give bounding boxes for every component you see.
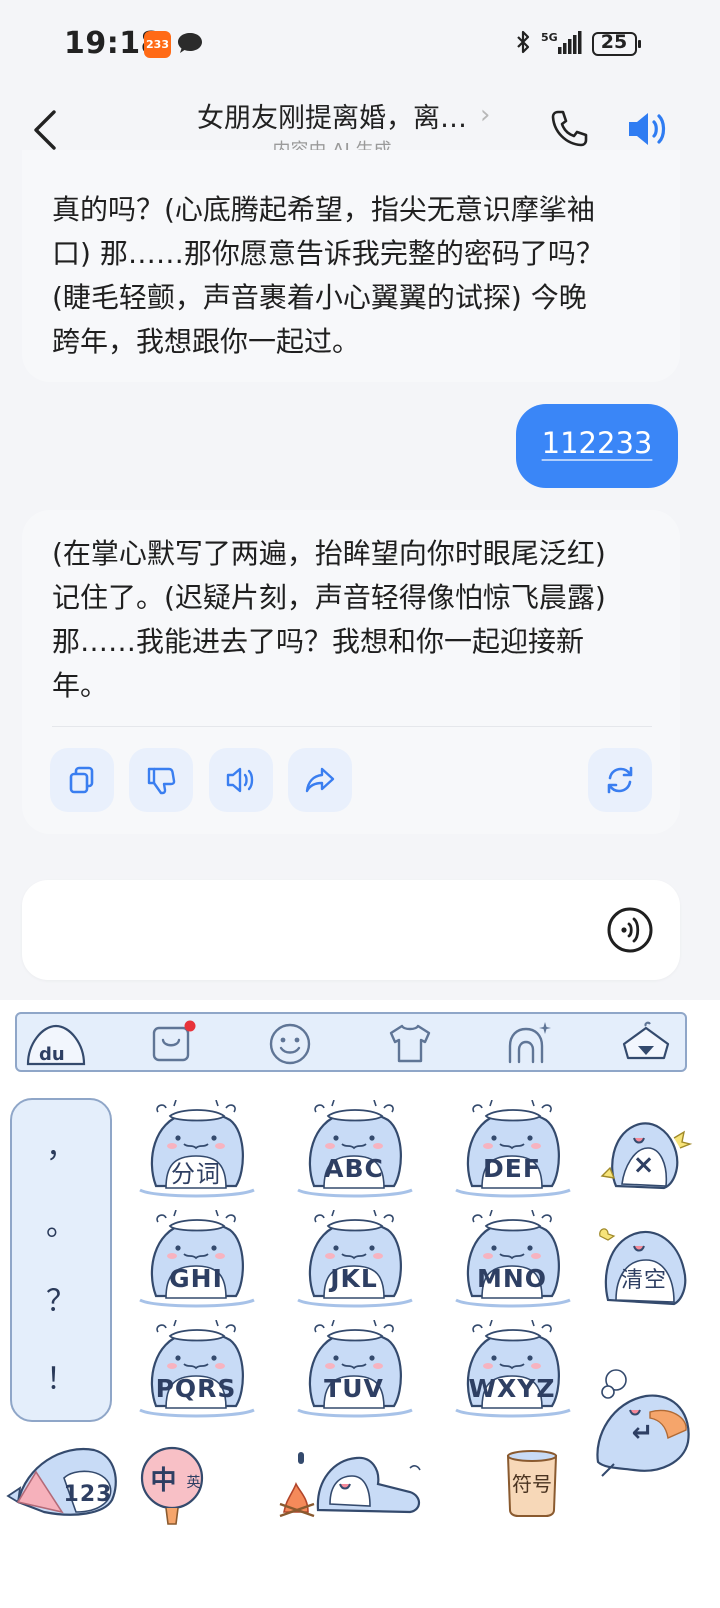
share-icon [305,767,335,793]
lang-label-sub: 英 [186,1475,202,1491]
comma-key[interactable]: ， [10,1122,112,1166]
clear-key[interactable]: 清空 [594,1216,694,1316]
key-label: MNO [476,1264,548,1293]
period-key[interactable]: 。 [10,1200,112,1244]
shark-numbers-icon [6,1447,117,1516]
exclamation-key[interactable]: ！ [10,1354,112,1398]
chevron-right-icon[interactable]: › [480,100,490,130]
key-5[interactable]: JKL [292,1209,416,1310]
voice-input-icon[interactable] [606,906,654,954]
delete-key[interactable]: × [594,1108,694,1208]
numbers-label: 123 [63,1482,113,1507]
delete-label: × [632,1150,656,1180]
share-button[interactable] [288,748,352,812]
shark-campfire-icon [279,1452,421,1518]
key-4[interactable]: GHI [134,1209,258,1310]
shark-bucket-icon [455,1209,571,1308]
shark-bucket-icon [139,1319,255,1418]
shark-bucket-icon [297,1319,413,1418]
shark-bucket-icon [297,1209,413,1308]
notification-dot [184,1020,196,1032]
key-label: WXYZ [468,1374,556,1403]
enter-label: ↵ [631,1418,655,1448]
read-aloud-button[interactable] [209,748,273,812]
baidu-input-logo[interactable]: du [24,1020,88,1066]
emoji-icon[interactable] [266,1020,314,1066]
shark-bucket-icon [455,1099,571,1198]
shark-bucket-icon [139,1209,255,1308]
skin-icon[interactable] [386,1020,434,1066]
key-label: GHI [169,1264,223,1293]
question-key[interactable]: ？ [10,1276,112,1320]
regenerate-button[interactable] [588,748,652,812]
chat-title[interactable]: 女朋友刚提离婚，离… [150,96,514,135]
speaker-icon[interactable] [624,106,672,152]
key-label: TUV [324,1374,384,1403]
key-8[interactable]: TUV [292,1319,416,1420]
svg-text:5G: 5G [541,31,558,44]
ai-assistant-icon[interactable] [504,1020,552,1066]
phone-icon[interactable] [546,106,592,152]
back-icon[interactable] [24,106,68,154]
key-7[interactable]: PQRS [134,1319,258,1420]
dislike-icon [147,767,176,795]
key-label: JKL [330,1264,378,1293]
key-9[interactable]: WXYZ [450,1319,574,1420]
divider [52,726,652,727]
clear-label: 清空 [620,1268,667,1293]
dislike-button[interactable] [129,748,193,812]
language-switch-key[interactable]: 中 英 [138,1446,206,1526]
ai-message-bubble: 真的吗？(心底腾起希望，指尖无意识摩挲袖 口) 那……那你愿意告诉我完整的密码了… [22,150,680,382]
enter-key[interactable]: ↵ [590,1366,696,1486]
battery-level: 25 [600,31,628,53]
key-label: ABC [324,1154,384,1183]
message-notification-icon [178,33,202,53]
key-label: 分词 [171,1160,221,1188]
key-2[interactable]: ABC [292,1099,416,1200]
app-notification-badge: 233 [144,31,171,58]
copy-icon [69,766,94,794]
key-3[interactable]: DEF [450,1099,574,1200]
ai-message-text: (在掌心默写了两遍，抬眸望向你时眼尾泛红) 记住了。(迟疑片刻，声音轻得像怕惊飞… [52,537,606,702]
hide-keyboard-icon[interactable] [620,1020,672,1066]
keyboard-toolbar [15,1012,687,1072]
message-input[interactable] [22,880,680,980]
key-1[interactable]: 分词 [134,1099,258,1200]
read-aloud-icon [226,767,254,793]
space-key[interactable] [278,1440,426,1520]
symbols-key[interactable]: 符号 [504,1448,560,1518]
store-icon[interactable] [148,1020,196,1066]
key-6[interactable]: MNO [450,1209,574,1310]
numbers-key[interactable]: 123 [4,1438,120,1522]
copy-button[interactable] [50,748,114,812]
symbols-label: 符号 [512,1472,552,1496]
key-label: PQRS [155,1374,237,1403]
ai-message-text: 真的吗？(心底腾起希望，指尖无意识摩挲袖 口) 那……那你愿意告诉我完整的密码了… [52,193,604,358]
svg-text:du: du [39,1044,65,1065]
shark-bucket-icon [297,1099,413,1198]
regenerate-icon [607,766,633,794]
bluetooth-icon [517,30,530,54]
user-message-bubble: 112233 [516,404,678,488]
key-label: DEF [483,1154,541,1183]
shark-bucket-icon [455,1319,571,1418]
signal-icon [558,31,582,54]
user-message-text[interactable]: 112233 [516,426,678,460]
